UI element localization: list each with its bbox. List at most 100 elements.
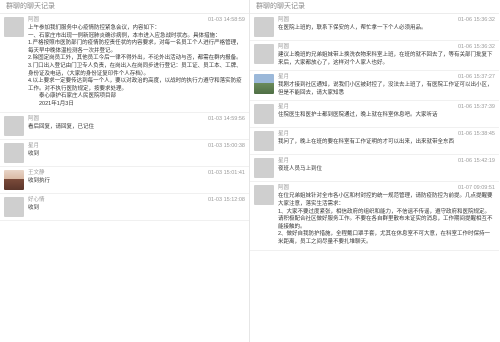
left-chat-history-panel: 群聊的聊天记录 阿圆 01-03 14:58:59 上午参加我们服务中心疫情防控紧急… xyxy=(0,0,249,342)
message-line: 1、大家不要过度紧张，相信政府的组织和能力，不信谣不传谣，遵守政府和医院规定。请… xyxy=(278,208,493,230)
chat-message[interactable]: 阿圆 01-03 14:59:56 看后回复，请回复，已记住 xyxy=(0,113,249,140)
message-line: 我刚才接到社区通知，说我们小区被封控了，没法去上班了，有医院工作证可以出小区，但… xyxy=(278,82,493,96)
avatar[interactable] xyxy=(254,74,274,95)
message-body: 阿圆 01-03 14:58:59 上午参加我们服务中心疫情防控紧急会议，内容如下：… xyxy=(28,17,245,109)
sender-name: 星月 xyxy=(278,104,290,111)
avatar[interactable] xyxy=(254,104,274,125)
avatar[interactable] xyxy=(4,17,24,37)
message-body: 星月 01-03 15:00:38 收到 xyxy=(28,143,245,163)
message-text: 我问了，晚上在班的要在科室有工作证明的才可以出来，出来就带全东西 xyxy=(278,139,495,147)
sender-name: 好心情 xyxy=(28,196,45,203)
sender-name: 阿圆 xyxy=(28,115,40,122)
message-time: 01-03 15:01:41 xyxy=(207,169,245,176)
chat-message[interactable]: 阿圆 01-06 15:36:32 在医院上班的，联系下保安的人，帮忙拿一下个人必须… xyxy=(250,14,499,41)
sender-name: 阿圆 xyxy=(278,44,290,50)
message-line: 4.以上要求一定要传达到每一个人，要以对政治的高度，以战时的执行力遵守和落实防疫… xyxy=(28,78,242,92)
message-time: 01-06 15:36:32 xyxy=(457,17,495,23)
chat-message[interactable]: 星月 01-06 15:42:19 夜班人员马上到位 xyxy=(250,155,499,183)
avatar[interactable] xyxy=(4,115,24,136)
message-line: 2、做好自我防护措施，全程戴口罩手套，尤其在休息室不可大意，在科室工作时保持一米… xyxy=(278,231,491,245)
signature-date: 2021年1月3日 xyxy=(39,100,74,107)
message-line: 2.除固定岗员工外，其他员工今后一律不得外出，不论外出活动与否，都需在群内报备。 xyxy=(28,55,242,62)
chat-message[interactable]: 好心情 01-03 15:12:08 收到 xyxy=(0,194,249,221)
message-body: 星月 01-06 15:37:39 住院医生和医护士都到医院通过，晚上就在科室休息吧… xyxy=(278,104,495,124)
message-meta: 好心情 01-03 15:12:08 xyxy=(28,197,245,204)
message-text: 收到 xyxy=(28,151,245,159)
message-time: 01-06 15:42:19 xyxy=(457,158,495,165)
panel-title: 群聊的聊天记录 xyxy=(250,0,499,14)
message-line: 我问了，晚上在班的要在科室有工作证明的才可以出来，出来就带全东西 xyxy=(278,139,455,146)
sender-name: 阿圆 xyxy=(278,185,290,192)
message-time: 01-03 15:12:08 xyxy=(207,196,245,203)
message-meta: 星月 01-06 15:42:19 xyxy=(278,158,495,165)
message-line: 1.严格按照市医防部门的疫情防控责任状的内容要求，对每一名员工个人进行严格管理，… xyxy=(28,40,242,54)
chat-message[interactable]: 星月 01-03 15:00:38 收到 xyxy=(0,140,249,167)
message-line: 收到执行 xyxy=(28,177,51,184)
message-text: 收到 xyxy=(28,205,245,213)
message-meta: 星月 01-06 15:38:45 xyxy=(278,131,495,138)
message-list[interactable]: 阿圆 01-06 15:36:32 在医院上班的，联系下保安的人，帮忙拿一下个人必须… xyxy=(250,14,499,251)
message-list[interactable]: 阿圆 01-03 14:58:59 上午参加我们服务中心疫情防控紧急会议，内容如下：… xyxy=(0,14,249,221)
right-chat-history-panel: 群聊的聊天记录 阿圆 01-06 15:36:32 在医院上班的，联系下保安的人，帮… xyxy=(250,0,499,342)
message-meta: 星月 01-03 15:00:38 xyxy=(28,143,245,150)
message-time: 01-06 15:37:39 xyxy=(457,104,495,111)
sender-name: 星月 xyxy=(278,131,290,138)
avatar[interactable] xyxy=(254,185,274,206)
message-text: 建议上晚班的兄弟姐妹带上换洗衣物来科室上班，在班的就不回去了，等有关部门批复下来… xyxy=(278,52,495,67)
message-time: 01-06 15:37:27 xyxy=(457,74,495,81)
message-line: 看后回复，请回复，已记住 xyxy=(28,123,95,130)
message-meta: 阿圆 01-07 09:09:51 xyxy=(278,185,495,192)
message-line: 3.门口出入登记由门卫专人负责，在岗出入在岗同步进行登记：员工证、员工本、工牌、… xyxy=(28,62,242,77)
message-meta: 阿圆 01-06 15:36:32 xyxy=(278,17,495,24)
signature: 泰心康护石家庄人民医院项目部 xyxy=(39,93,117,100)
sender-name: 星月 xyxy=(278,158,290,165)
message-line: 上午参加我们服务中心疫情防控紧急会议，内容如下： xyxy=(28,25,161,31)
message-line: 收到 xyxy=(28,204,40,211)
message-text: 我刚才接到社区通知，说我们小区被封控了，没法去上班了，有医院工作证可以出小区，但… xyxy=(278,82,495,97)
message-time: 01-03 14:59:56 xyxy=(207,115,245,122)
message-meta: 阿圆 01-03 14:59:56 xyxy=(28,116,245,123)
message-line: 夜班人员马上到位 xyxy=(278,166,323,173)
sender-name: 星月 xyxy=(28,142,40,149)
message-line: 在医院上班的，联系下保安的人，帮忙拿一下个人必须用品。 xyxy=(278,25,427,31)
avatar[interactable] xyxy=(4,169,24,190)
sender-name: 星月 xyxy=(278,74,290,81)
chat-message[interactable]: 星月 01-06 15:37:39 住院医生和医护士都到医院通过，晚上就在科室休息吧… xyxy=(250,101,499,129)
avatar[interactable] xyxy=(254,17,274,37)
message-body: 好心情 01-03 15:12:08 收到 xyxy=(28,197,245,217)
message-text: 在医院上班的，联系下保安的人，帮忙拿一下个人必须用品。 xyxy=(278,25,495,33)
sender-name: 阿圆 xyxy=(278,17,290,23)
avatar[interactable] xyxy=(254,44,274,64)
message-text: 夜班人员马上到位 xyxy=(278,166,495,174)
message-body: 星月 01-06 15:38:45 我问了，晚上在班的要在科室有工作证明的才可以出来… xyxy=(278,131,495,151)
message-meta: 阿圆 01-06 15:36:32 xyxy=(278,44,495,51)
message-meta: 星月 01-06 15:37:39 xyxy=(278,104,495,111)
avatar[interactable] xyxy=(4,142,24,163)
sender-name: 阿圆 xyxy=(28,17,40,23)
message-line: 收到 xyxy=(28,150,40,157)
chat-message[interactable]: 星月 01-06 15:37:27 我刚才接到社区通知，说我们小区被封控了，没法去上… xyxy=(250,71,499,102)
chat-message[interactable]: 王文静 01-03 15:01:41 收到执行 xyxy=(0,167,249,194)
message-time: 01-03 15:00:38 xyxy=(207,142,245,149)
avatar[interactable] xyxy=(254,158,274,179)
message-time: 01-06 15:38:45 xyxy=(457,131,495,138)
chat-message[interactable]: 阿圆 01-07 09:09:51 在位兄弟姐妹针对全市各小区和村封控的统一规范管理… xyxy=(250,182,499,251)
message-meta: 阿圆 01-03 14:58:59 xyxy=(28,17,245,24)
chat-message[interactable]: 阿圆 01-06 15:36:32 建议上晚班的兄弟姐妹带上换洗衣物来科室上班，在班… xyxy=(250,41,499,72)
message-meta: 王文静 01-03 15:01:41 xyxy=(28,170,245,177)
avatar[interactable] xyxy=(4,196,24,217)
message-line: 住院医生和医护士都到医院通过，晚上就在科室休息吧。大家听话 xyxy=(278,112,438,119)
chat-message[interactable]: 星月 01-06 15:38:45 我问了，晚上在班的要在科室有工作证明的才可以出来… xyxy=(250,128,499,156)
message-time: 01-03 14:58:59 xyxy=(207,17,245,23)
avatar[interactable] xyxy=(254,131,274,152)
message-body: 阿圆 01-06 15:36:32 建议上晚班的兄弟姐妹带上换洗衣物来科室上班，在班… xyxy=(278,44,495,67)
message-time: 01-07 09:09:51 xyxy=(457,185,495,192)
message-line: 在位兄弟姐妹针对全市各小区和村封控的统一规范管理，请防疫防控为前提。几点提醒要大… xyxy=(278,193,493,207)
message-body: 王文静 01-03 15:01:41 收到执行 xyxy=(28,170,245,190)
message-body: 星月 01-06 15:37:27 我刚才接到社区通知，说我们小区被封控了，没法去上… xyxy=(278,74,495,97)
message-body: 星月 01-06 15:42:19 夜班人员马上到位 xyxy=(278,158,495,178)
chat-message[interactable]: 阿圆 01-03 14:58:59 上午参加我们服务中心疫情防控紧急会议，内容如下：… xyxy=(0,14,249,113)
message-meta: 星月 01-06 15:37:27 xyxy=(278,74,495,81)
message-line: 建议上晚班的兄弟姐妹带上换洗衣物来科室上班，在班的就不回去了，等有关部门批复下来… xyxy=(278,52,493,66)
message-body: 阿圆 01-06 15:36:32 在医院上班的，联系下保安的人，帮忙拿一下个人必须… xyxy=(278,17,495,37)
